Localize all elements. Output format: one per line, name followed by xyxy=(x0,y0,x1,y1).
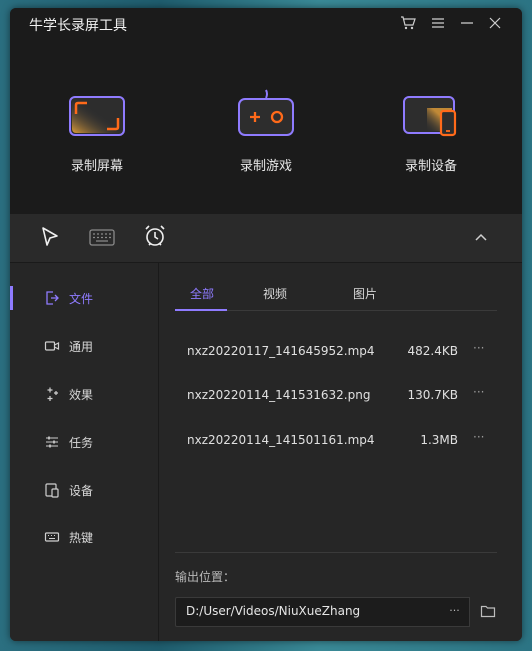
alarm-clock-icon[interactable] xyxy=(143,224,167,248)
app-title: 牛学长录屏工具 xyxy=(29,18,127,34)
menu-icon[interactable] xyxy=(429,14,447,32)
file-size: 1.3MB xyxy=(420,433,458,447)
close-icon[interactable] xyxy=(486,14,504,32)
tab-all[interactable]: 全部 xyxy=(190,285,214,302)
output-path-text: D:/User/Videos/NiuXueZhang xyxy=(186,604,361,618)
record-device-label: 录制设备 xyxy=(404,159,457,174)
output-path-field[interactable]: D:/User/Videos/NiuXueZhang xyxy=(175,597,442,627)
file-more-button[interactable]: ··· xyxy=(473,430,484,444)
sidebar-item-label: 设备 xyxy=(69,484,94,498)
sidebar-item-label: 热键 xyxy=(69,531,94,545)
tab-videos[interactable]: 视频 xyxy=(263,285,287,302)
record-screen-button[interactable]: 录制屏幕 xyxy=(37,94,157,174)
gamepad-icon xyxy=(236,89,296,138)
sidebar-item-label: 通用 xyxy=(69,340,94,354)
sidebar-item-general[interactable]: 通用 xyxy=(10,326,158,366)
tab-active-underline xyxy=(175,309,227,311)
file-row[interactable]: nxz20220114_141501161.mp4 1.3MB ··· xyxy=(159,430,522,457)
sidebar-item-hotkeys[interactable]: 热键 xyxy=(10,517,158,557)
record-modes-panel: 录制屏幕 录制游戏 录制设备 xyxy=(10,38,522,214)
minimize-icon[interactable] xyxy=(458,14,476,32)
folder-icon[interactable] xyxy=(480,604,496,618)
record-screen-label: 录制屏幕 xyxy=(70,159,123,174)
divider xyxy=(175,552,497,553)
sidebar-item-tasks[interactable]: 任务 xyxy=(10,422,158,462)
device-icon xyxy=(45,483,59,498)
sidebar-item-files[interactable]: 文件 xyxy=(10,278,158,318)
record-game-label: 录制游戏 xyxy=(239,159,292,174)
camera-icon xyxy=(44,341,60,351)
browse-path-button[interactable]: ··· xyxy=(440,597,470,627)
sidebar-item-effects[interactable]: 效果 xyxy=(10,374,158,414)
file-name: nxz20220117_141645952.mp4 xyxy=(187,344,375,358)
sliders-icon xyxy=(46,436,58,448)
chevron-up-icon[interactable] xyxy=(474,230,488,244)
cursor-icon[interactable] xyxy=(40,226,60,248)
output-location-label: 输出位置： xyxy=(175,570,236,584)
tab-images[interactable]: 图片 xyxy=(353,285,377,302)
record-device-button[interactable]: 录制设备 xyxy=(371,94,491,174)
file-more-button[interactable]: ··· xyxy=(473,385,484,399)
title-bar: 牛学长录屏工具 xyxy=(10,8,522,38)
sidebar-item-label: 任务 xyxy=(69,436,94,450)
files-panel: 全部 视频 图片 nxz20220117_141645952.mp4 482.4… xyxy=(159,263,522,641)
file-name: nxz20220114_141501161.mp4 xyxy=(187,433,375,447)
keyboard-icon xyxy=(44,532,60,542)
screen-record-icon xyxy=(67,94,127,138)
keyboard-icon[interactable] xyxy=(89,229,115,247)
app-window: 牛学长录屏工具 录制屏幕 录制游戏 录制设备 文件 通用 效果 任务 设备 热键… xyxy=(10,8,522,641)
sparkle-icon xyxy=(47,387,58,401)
settings-sidebar: 文件 通用 效果 任务 设备 热键 xyxy=(10,263,159,641)
file-size: 482.4KB xyxy=(407,344,458,358)
quick-toolbar xyxy=(10,214,522,263)
sidebar-item-devices[interactable]: 设备 xyxy=(10,470,158,510)
file-size: 130.7KB xyxy=(407,388,458,402)
active-indicator xyxy=(10,286,13,310)
sidebar-item-label: 效果 xyxy=(69,388,94,402)
file-name: nxz20220114_141531632.png xyxy=(187,388,371,402)
file-row[interactable]: nxz20220114_141531632.png 130.7KB ··· xyxy=(159,385,522,412)
file-more-button[interactable]: ··· xyxy=(473,341,484,355)
cart-icon[interactable] xyxy=(399,14,417,32)
file-icon xyxy=(46,291,59,305)
sidebar-item-label: 文件 xyxy=(69,292,94,306)
record-game-button[interactable]: 录制游戏 xyxy=(206,89,326,174)
file-row[interactable]: nxz20220117_141645952.mp4 482.4KB ··· xyxy=(159,341,522,368)
device-record-icon xyxy=(401,94,461,138)
